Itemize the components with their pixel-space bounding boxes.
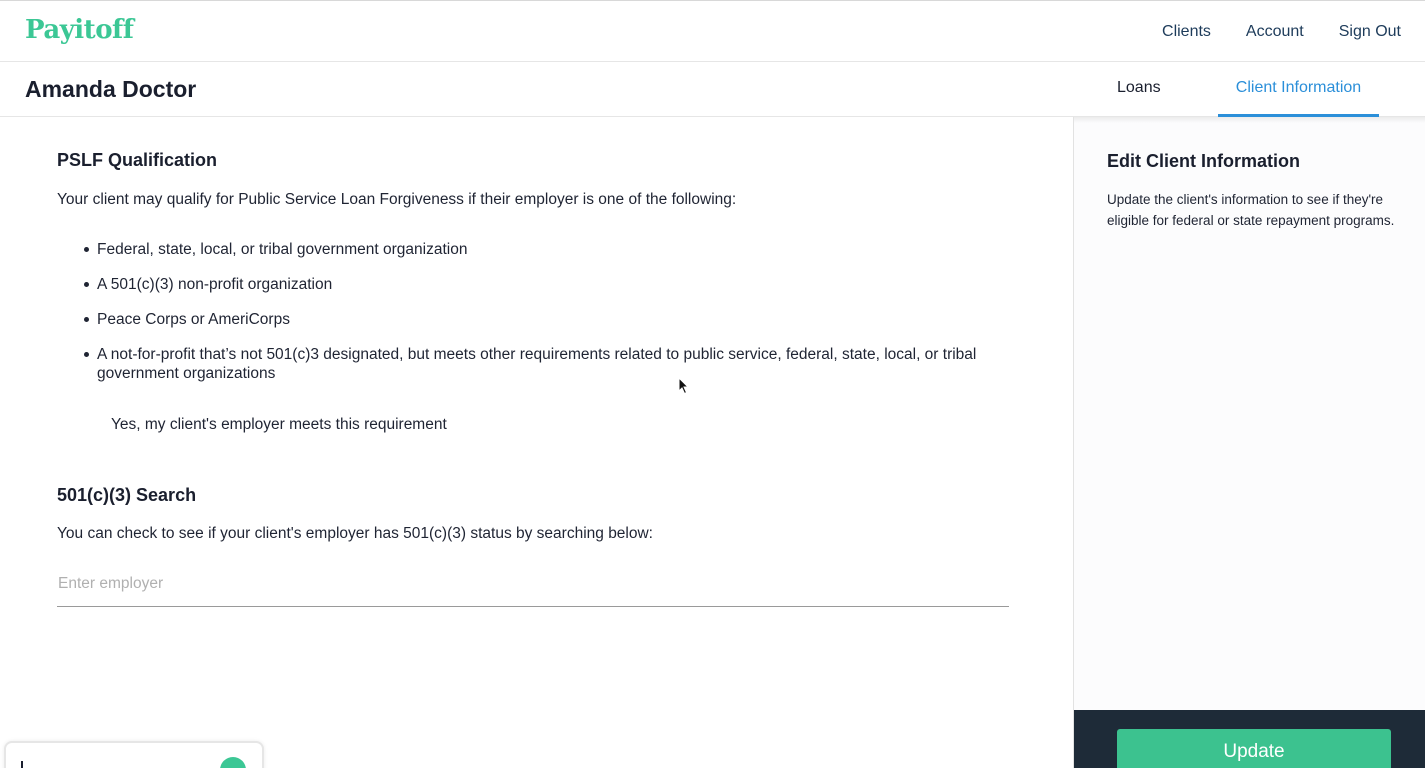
top-nav-links: Clients Account Sign Out xyxy=(1162,23,1401,41)
client-name-title: Amanda Doctor xyxy=(25,76,197,102)
employer-requirement-checkbox[interactable] xyxy=(85,417,101,433)
main-content: PSLF Qualification Your client may quali… xyxy=(0,117,1073,768)
chat-text-caret xyxy=(21,761,23,768)
mouse-pointer-icon xyxy=(678,377,690,395)
employer-search-input[interactable] xyxy=(57,562,1009,606)
chat-launcher-icon[interactable] xyxy=(220,757,246,768)
list-item: A not-for-profit that’s not 501(c)3 desi… xyxy=(57,345,1017,383)
top-navigation-bar: Payitoff Clients Account Sign Out xyxy=(0,0,1425,62)
search-section-title: 501(c)(3) Search xyxy=(57,485,197,505)
list-item: Peace Corps or AmeriCorps xyxy=(57,310,1017,329)
edit-client-sidebar: Edit Client Information Update the clien… xyxy=(1073,117,1425,768)
sidebar-footer: Update xyxy=(1074,710,1425,768)
sidebar-description: Update the client's information to see i… xyxy=(1107,192,1395,228)
employer-search-field xyxy=(57,562,1009,607)
pslf-intro-text: Your client may qualify for Public Servi… xyxy=(57,191,737,208)
payitoff-logo[interactable]: Payitoff xyxy=(25,15,134,45)
nav-link-account[interactable]: Account xyxy=(1246,23,1304,41)
list-item: Federal, state, local, or tribal governm… xyxy=(57,240,1017,259)
nav-link-sign-out[interactable]: Sign Out xyxy=(1339,23,1401,41)
chat-widget[interactable] xyxy=(4,741,264,768)
sidebar-top-shadow xyxy=(1074,117,1425,123)
tab-client-information[interactable]: Client Information xyxy=(1218,79,1379,117)
employer-requirement-label[interactable]: Yes, my client's employer meets this req… xyxy=(111,416,447,434)
search-intro-text: You can check to see if your client's em… xyxy=(57,525,653,542)
sidebar-title: Edit Client Information xyxy=(1107,151,1300,171)
nav-link-clients[interactable]: Clients xyxy=(1162,23,1211,41)
employer-requirement-checkbox-row[interactable]: Yes, my client's employer meets this req… xyxy=(85,416,447,434)
pslf-section-title: PSLF Qualification xyxy=(57,150,218,170)
update-button[interactable]: Update xyxy=(1117,729,1391,768)
client-header: Amanda Doctor Loans Client Information xyxy=(0,62,1425,117)
tab-loans[interactable]: Loans xyxy=(1117,79,1161,117)
list-item: A 501(c)(3) non-profit organization xyxy=(57,275,1017,294)
pslf-employer-list: Federal, state, local, or tribal governm… xyxy=(57,240,1017,399)
